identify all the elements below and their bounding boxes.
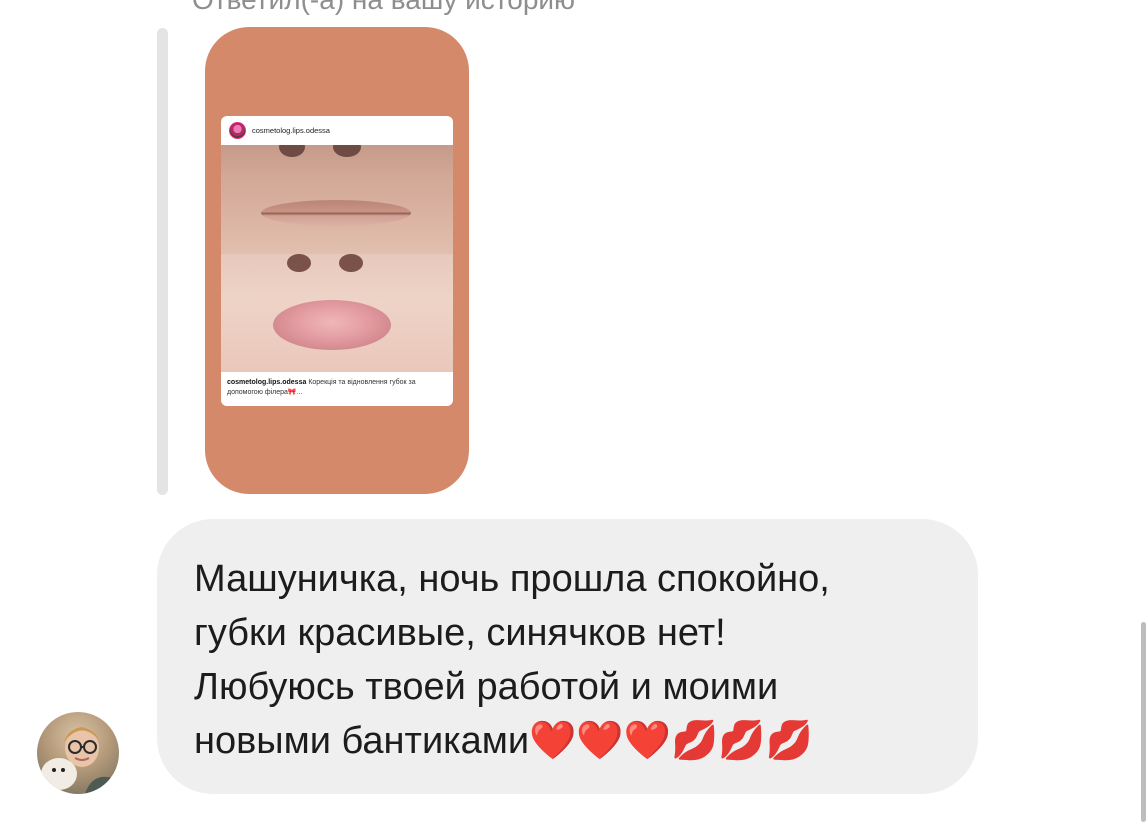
post-header: cosmetolog.lips.odessa (221, 116, 453, 145)
before-photo (221, 145, 453, 254)
post-caption-username: cosmetolog.lips.odessa (227, 379, 307, 386)
post-username: cosmetolog.lips.odessa (252, 126, 330, 135)
post-author-avatar (229, 122, 246, 139)
post-caption: cosmetolog.lips.odessa Корекція та відно… (227, 378, 449, 398)
message-bubble[interactable]: Машуничка, ночь прошла спокойно, губки к… (157, 519, 978, 794)
scrollbar[interactable] (1141, 622, 1146, 822)
sender-avatar[interactable] (37, 712, 119, 794)
story-reply-header: Ответил(-а) на вашу историю (192, 0, 575, 16)
avatar-photo-icon (41, 727, 119, 794)
after-photo (221, 254, 453, 372)
message-text: Машуничка, ночь прошла спокойно, губки к… (194, 558, 830, 762)
shared-story-card[interactable]: cosmetolog.lips.odessa cosmetolog.lips.o… (205, 27, 469, 494)
shared-post-preview[interactable]: cosmetolog.lips.odessa cosmetolog.lips.o… (221, 116, 453, 406)
reply-indicator-line (157, 28, 168, 495)
